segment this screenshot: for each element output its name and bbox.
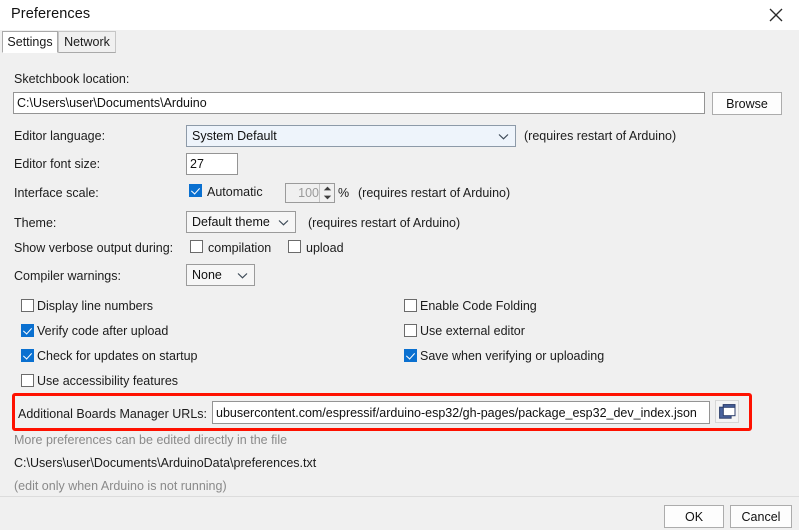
boards-manager-urls-label: Additional Boards Manager URLs: (18, 407, 207, 421)
checkbox-save-when-verifying-or-uploading-label: Save when verifying or uploading (420, 349, 604, 363)
ok-button[interactable]: OK (664, 505, 724, 528)
dialog-footer: OK Cancel (0, 497, 799, 530)
close-icon (769, 8, 783, 22)
compiler-warnings-select[interactable]: None (186, 264, 255, 286)
ok-button-label: OK (685, 510, 703, 524)
checkbox-check-for-updates-on-startup-label: Check for updates on startup (37, 349, 198, 363)
verbose-compilation-label: compilation (208, 241, 271, 255)
theme-value: Default theme (192, 215, 270, 229)
checkbox-use-external-editor-label: Use external editor (420, 324, 525, 338)
interface-scale-percent-symbol: % (338, 186, 349, 200)
tab-network-label: Network (64, 35, 110, 49)
editor-font-size-label: Editor font size: (14, 157, 100, 171)
browse-button-label: Browse (726, 97, 768, 111)
chevron-down-icon (498, 126, 509, 146)
stepper-up-icon[interactable] (320, 184, 334, 193)
editor-language-select[interactable]: System Default (186, 125, 516, 147)
compiler-warnings-value: None (192, 268, 222, 282)
verbose-output-label: Show verbose output during: (14, 241, 173, 255)
close-button[interactable] (753, 0, 799, 30)
settings-panel: Sketchbook location: Browse Editor langu… (0, 53, 799, 496)
sketchbook-location-label: Sketchbook location: (14, 72, 129, 86)
editor-language-value: System Default (192, 129, 277, 143)
tab-network[interactable]: Network (58, 31, 116, 53)
checkbox-enable-code-folding-label: Enable Code Folding (420, 299, 537, 313)
checkbox-check-for-updates-on-startup[interactable] (21, 349, 34, 362)
checkbox-verify-code-after-upload-label: Verify code after upload (37, 324, 168, 338)
interface-scale-automatic-label: Automatic (207, 185, 263, 199)
interface-scale-automatic-checkbox[interactable] (189, 184, 202, 197)
interface-scale-label: Interface scale: (14, 186, 99, 200)
boards-manager-urls-editor-button[interactable] (715, 400, 739, 423)
checkbox-use-accessibility-features-label: Use accessibility features (37, 374, 178, 388)
chevron-down-icon (237, 265, 248, 285)
editor-font-size-input[interactable] (186, 153, 238, 175)
title-bar: Preferences (0, 0, 799, 30)
browse-button[interactable]: Browse (712, 92, 782, 115)
verbose-upload-checkbox[interactable] (288, 240, 301, 253)
checkbox-use-external-editor[interactable] (404, 324, 417, 337)
theme-select[interactable]: Default theme (186, 211, 296, 233)
tab-settings-label: Settings (7, 35, 52, 49)
sketchbook-location-input[interactable] (13, 92, 705, 114)
theme-note: (requires restart of Arduino) (308, 216, 460, 230)
checkbox-verify-code-after-upload[interactable] (21, 324, 34, 337)
stepper-arrows[interactable] (319, 184, 334, 202)
stepper-down-icon[interactable] (320, 193, 334, 202)
checkbox-enable-code-folding[interactable] (404, 299, 417, 312)
verbose-compilation-checkbox[interactable] (190, 240, 203, 253)
boards-manager-urls-input[interactable] (212, 401, 710, 424)
checkbox-use-accessibility-features[interactable] (21, 374, 34, 387)
windows-stack-icon (719, 404, 736, 420)
compiler-warnings-label: Compiler warnings: (14, 269, 121, 283)
tab-settings[interactable]: Settings (2, 31, 58, 53)
tab-strip: Settings Network (0, 30, 799, 54)
checkbox-display-line-numbers[interactable] (21, 299, 34, 312)
edit-only-note: (edit only when Arduino is not running) (14, 479, 227, 493)
editor-language-note: (requires restart of Arduino) (524, 129, 676, 143)
interface-scale-note: (requires restart of Arduino) (358, 186, 510, 200)
theme-label: Theme: (14, 216, 56, 230)
interface-scale-percent-stepper[interactable]: 100 (285, 183, 335, 203)
interface-scale-percent-value: 100 (298, 186, 319, 200)
window-title: Preferences (11, 6, 90, 22)
cancel-button-label: Cancel (742, 510, 781, 524)
more-preferences-line: More preferences can be edited directly … (14, 433, 287, 447)
editor-language-label: Editor language: (14, 129, 105, 143)
checkbox-save-when-verifying-or-uploading[interactable] (404, 349, 417, 362)
cancel-button[interactable]: Cancel (730, 505, 792, 528)
chevron-down-icon (278, 212, 289, 232)
verbose-upload-label: upload (306, 241, 344, 255)
checkbox-display-line-numbers-label: Display line numbers (37, 299, 153, 313)
preferences-file-path: C:\Users\user\Documents\ArduinoData\pref… (14, 456, 316, 470)
